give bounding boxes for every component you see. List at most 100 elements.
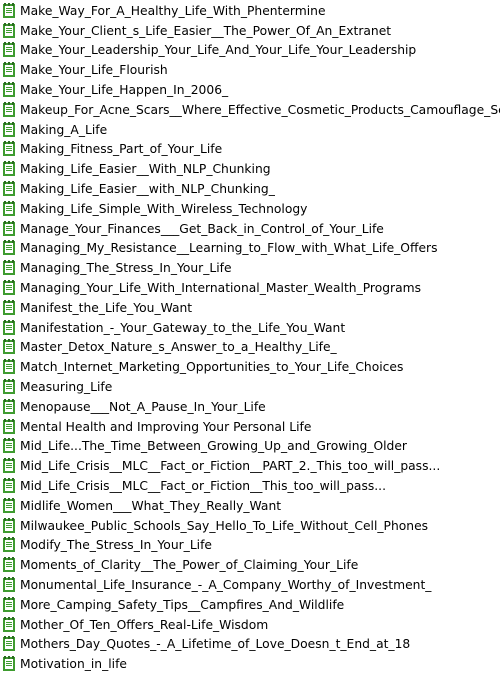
file-name-label: Managing_The_Stress_In_Your_Life [20, 261, 232, 276]
file-name-label: Measuring_Life [20, 380, 113, 395]
file-list-item[interactable]: More_Camping_Safety_Tips__Campfires_And_… [0, 595, 500, 615]
file-name-label: Motivation_in_life [20, 657, 127, 672]
file-name-label: Milwaukee_Public_Schools_Say_Hello_To_Li… [20, 518, 429, 533]
file-list-item[interactable]: Mid_Life_Crisis__MLC__Fact_or_Fiction__P… [0, 456, 500, 476]
file-name-label: Monumental_Life_Insurance_-_A_Company_Wo… [20, 578, 432, 592]
file-name-label: Making_Life_Easier__With_NLP_Chunking [20, 162, 271, 177]
file-name-label: Master_Detox_Nature_s_Answer_to_a_Health… [20, 340, 337, 355]
file-list-item[interactable]: Mid_Life_Crisis__MLC__Fact_or_Fiction__T… [0, 476, 500, 496]
notepad-file-icon [1, 616, 17, 633]
notepad-file-icon [1, 141, 17, 157]
file-name-label: Mother_Of_Ten_Offers_Real-Life_Wisdom [20, 617, 269, 632]
file-name-label: Moments_of_Clarity__The_Power_of_Claimin… [20, 558, 359, 573]
notepad-file-icon [1, 517, 17, 534]
file-name-label: Midlife_Women___What_They_Really_Want [20, 498, 282, 513]
file-list-item[interactable]: Monumental_Life_Insurance_-_A_Company_Wo… [0, 575, 500, 595]
file-name-label: Mothers_Day_Quotes_-_A_Lifetime_of_Love_… [20, 637, 411, 652]
file-list-item[interactable]: Mother_Of_Ten_Offers_Real-Life_Wisdom [0, 615, 500, 635]
file-list-item[interactable]: Make_Your_Life_Happen_In_2006_ [0, 80, 500, 100]
file-list-item[interactable]: Menopause___Not_A_Pause_In_Your_Life [0, 397, 500, 417]
notepad-file-icon [1, 438, 17, 454]
file-name-label: Make_Your_Life_Happen_In_2006_ [20, 83, 229, 98]
file-list: Make_Way_For_A_Healthy_Life_With_Phenter… [0, 0, 500, 675]
notepad-file-icon [1, 181, 17, 197]
file-name-label: Modify_The_Stress_In_Your_Life [20, 538, 212, 553]
file-name-label: Manage_Your_Finances___Get_Back_in_Contr… [20, 221, 384, 236]
file-name-label: Make_Your_Leadership_Your_Life_And_Your_… [20, 43, 417, 58]
notepad-file-icon [1, 260, 17, 276]
file-list-item[interactable]: Making_Fitness_Part_of_Your_Life [0, 140, 500, 160]
file-name-label: Mid_Life...The_Time_Between_Growing_Up_a… [20, 439, 407, 454]
file-list-item[interactable]: Milwaukee_Public_Schools_Say_Hello_To_Li… [0, 516, 500, 536]
file-name-label: Managing_My_Resistance__Learning_to_Flow… [20, 241, 438, 256]
file-list-item[interactable]: Master_Detox_Nature_s_Answer_to_a_Health… [0, 338, 500, 358]
notepad-file-icon [1, 497, 17, 514]
notepad-file-icon [1, 359, 17, 375]
file-list-item[interactable]: Manifest_the_Life_You_Want [0, 298, 500, 318]
file-list-item[interactable]: Make_Way_For_A_Healthy_Life_With_Phenter… [0, 1, 500, 21]
notepad-file-icon [1, 280, 17, 296]
notepad-file-icon [1, 161, 17, 177]
file-list-item[interactable]: Make_Your_Client_s_Life_Easier__The_Powe… [0, 21, 500, 41]
notepad-file-icon [1, 101, 17, 118]
notepad-file-icon [1, 42, 17, 58]
file-list-item[interactable]: Making_Life_Simple_With_Wireless_Technol… [0, 199, 500, 219]
file-name-label: Making_Fitness_Part_of_Your_Life [20, 142, 223, 157]
file-list-item[interactable]: Managing_Your_Life_With_International_Ma… [0, 278, 500, 298]
notepad-file-icon [1, 636, 17, 652]
file-list-item[interactable]: Managing_My_Resistance__Learning_to_Flow… [0, 239, 500, 259]
notepad-file-icon [1, 458, 17, 474]
notepad-file-icon [1, 299, 17, 316]
file-name-label: Mid_Life_Crisis__MLC__Fact_or_Fiction__P… [20, 459, 441, 474]
file-name-label: Making_Life_Easier__with_NLP_Chunking_ [20, 182, 275, 197]
file-list-item[interactable]: Match_Internet_Marketing_Opportunities_t… [0, 357, 500, 377]
file-name-label: Make_Your_Life_Flourish [20, 63, 168, 78]
notepad-file-icon [1, 398, 17, 415]
notepad-file-icon [1, 22, 17, 39]
file-list-item[interactable]: Moments_of_Clarity__The_Power_of_Claimin… [0, 555, 500, 575]
file-list-item[interactable]: Mid_Life...The_Time_Between_Growing_Up_a… [0, 437, 500, 457]
file-list-item[interactable]: Managing_The_Stress_In_Your_Life [0, 258, 500, 278]
file-name-label: Makeup_For_Acne_Scars__Where_Effective_C… [20, 102, 500, 117]
notepad-file-icon [1, 200, 17, 217]
notepad-file-icon [1, 339, 17, 355]
notepad-file-icon [1, 656, 17, 672]
notepad-file-icon [1, 2, 17, 19]
file-list-item[interactable]: Making_Life_Easier__With_NLP_Chunking [0, 159, 500, 179]
notepad-file-icon [1, 557, 17, 573]
notepad-file-icon [1, 418, 17, 435]
file-name-label: Mid_Life_Crisis__MLC__Fact_or_Fiction__T… [20, 479, 386, 494]
file-name-label: Menopause___Not_A_Pause_In_Your_Life [20, 399, 266, 414]
file-list-item[interactable]: Makeup_For_Acne_Scars__Where_Effective_C… [0, 100, 500, 120]
file-list-item[interactable]: Motivation_in_life [0, 654, 500, 674]
notepad-file-icon [1, 537, 17, 553]
notepad-file-icon [1, 62, 17, 78]
file-list-item[interactable]: Making_A_Life [0, 120, 500, 140]
file-list-item[interactable]: Measuring_Life [0, 377, 500, 397]
file-name-label: Managing_Your_Life_With_International_Ma… [20, 281, 422, 296]
notepad-file-icon [1, 240, 17, 256]
file-list-item[interactable]: Make_Your_Life_Flourish [0, 60, 500, 80]
notepad-file-icon [1, 319, 17, 336]
file-name-label: Match_Internet_Marketing_Opportunities_t… [20, 360, 404, 375]
file-name-label: Making_A_Life [20, 122, 108, 137]
file-name-label: Making_Life_Simple_With_Wireless_Technol… [20, 201, 308, 216]
notepad-file-icon [1, 220, 17, 237]
file-list-item[interactable]: Mental Health and Improving Your Persona… [0, 417, 500, 437]
file-list-item[interactable]: Midlife_Women___What_They_Really_Want [0, 496, 500, 516]
file-name-label: Make_Your_Client_s_Life_Easier__The_Powe… [20, 23, 392, 38]
notepad-file-icon [1, 82, 17, 98]
file-list-item[interactable]: Make_Your_Leadership_Your_Life_And_Your_… [0, 41, 500, 61]
file-list-item[interactable]: Modify_The_Stress_In_Your_Life [0, 536, 500, 556]
notepad-file-icon [1, 121, 17, 138]
notepad-file-icon [1, 596, 17, 613]
file-list-item[interactable]: Mothers_Day_Quotes_-_A_Lifetime_of_Love_… [0, 635, 500, 655]
file-name-label: More_Camping_Safety_Tips__Campfires_And_… [20, 597, 345, 612]
notepad-file-icon [1, 478, 17, 494]
file-name-label: Mental Health and Improving Your Persona… [20, 419, 312, 434]
notepad-file-icon [1, 577, 17, 593]
file-list-item[interactable]: Manage_Your_Finances___Get_Back_in_Contr… [0, 219, 500, 239]
file-list-item[interactable]: Making_Life_Easier__with_NLP_Chunking_ [0, 179, 500, 199]
file-list-item[interactable]: Manifestation_-_Your_Gateway_to_the_Life… [0, 318, 500, 338]
notepad-file-icon [1, 379, 17, 395]
